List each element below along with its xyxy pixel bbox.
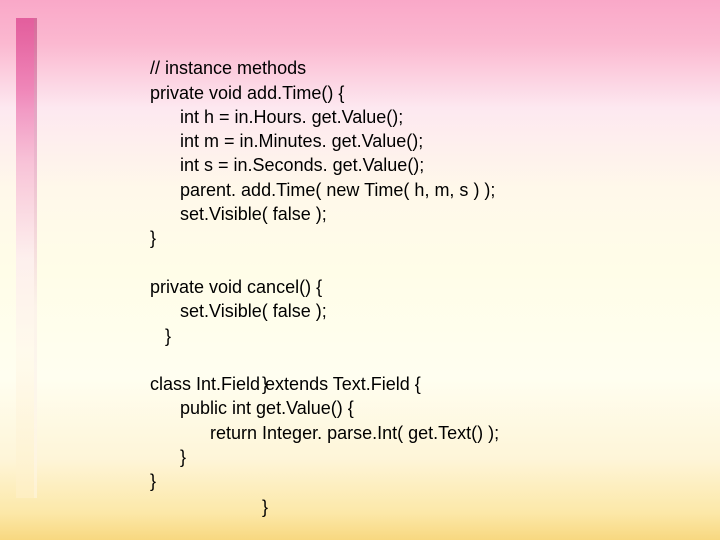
code-line: }: [150, 326, 171, 346]
code-line: set.Visible( false );: [150, 301, 327, 321]
code-line: parent. add.Time( new Time( h, m, s ) );: [150, 180, 495, 200]
decorative-left-stripe-thin: [34, 18, 37, 498]
code-line: int h = in.Hours. get.Value();: [150, 107, 403, 127]
code-line: }: [262, 495, 268, 519]
code-line: private void add.Time() {: [150, 83, 344, 103]
code-line: class Int.Field extends Text.Field {: [150, 374, 421, 394]
code-line: return Integer. parse.Int( get.Text() );: [150, 423, 499, 443]
code-block: // instance methods private void add.Tim…: [150, 32, 499, 518]
code-line: public int get.Value() {: [150, 398, 354, 418]
code-line: }: [262, 372, 268, 396]
code-line: int m = in.Minutes. get.Value();: [150, 131, 423, 151]
code-line: int s = in.Seconds. get.Value();: [150, 155, 424, 175]
code-line: // instance methods: [150, 58, 306, 78]
decorative-left-stripe: [16, 18, 34, 498]
code-line: }: [150, 471, 156, 491]
code-line: }: [150, 228, 156, 248]
code-line: set.Visible( false );: [150, 204, 327, 224]
code-line: private void cancel() {: [150, 277, 322, 297]
code-line: }: [150, 447, 186, 467]
